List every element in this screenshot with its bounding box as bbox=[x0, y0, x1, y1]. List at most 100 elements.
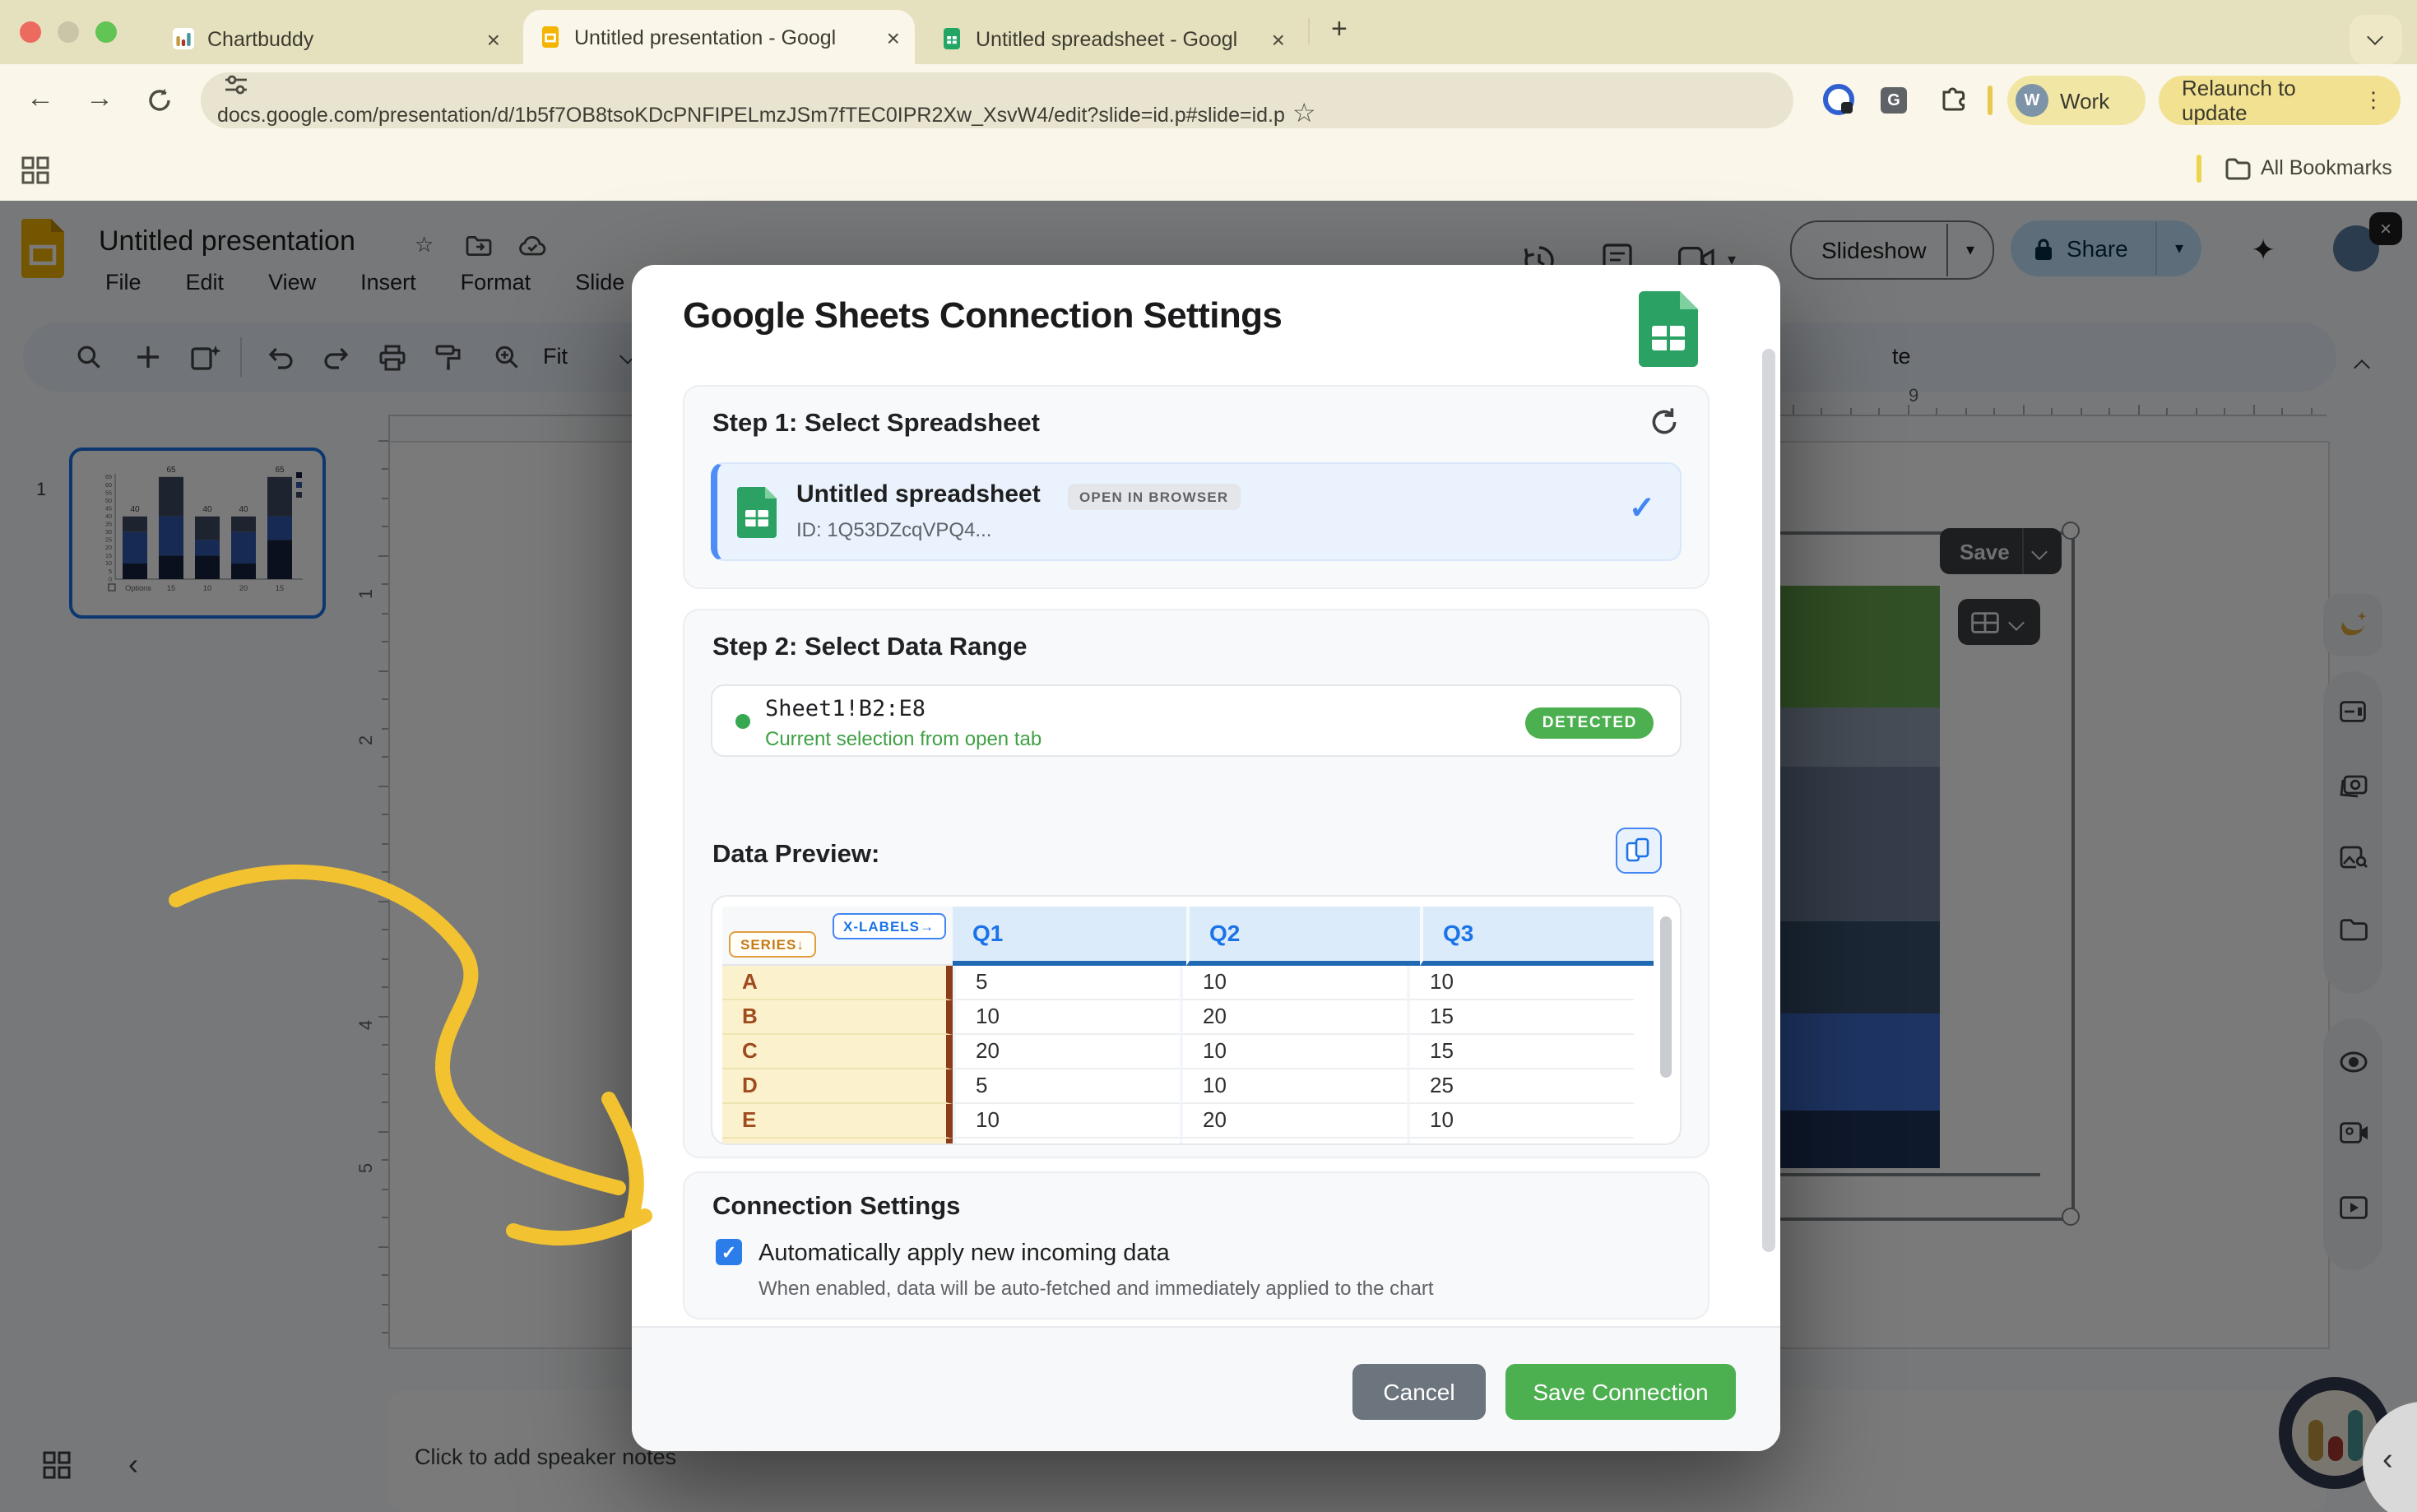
data-preview-table: X-LABELS→ SERIES↓ Q1 Q2 Q3 A 5 10 10 B 1… bbox=[711, 895, 1682, 1145]
sheets-favicon-icon bbox=[941, 28, 963, 49]
table-header-row: X-LABELS→ SERIES↓ Q1 Q2 Q3 bbox=[722, 907, 1654, 966]
cell: 5 bbox=[953, 1069, 1180, 1104]
tab-close-icon[interactable]: × bbox=[887, 24, 900, 50]
x-labels-badge: X-LABELS→ bbox=[832, 913, 946, 939]
cancel-button[interactable]: Cancel bbox=[1352, 1364, 1486, 1420]
tab-strip: Chartbuddy × Untitled presentation - Goo… bbox=[0, 0, 2417, 64]
row-label: A bbox=[722, 966, 953, 1000]
url-text: docs.google.com/presentation/d/1b5f7OB8t… bbox=[217, 104, 1285, 127]
chevron-left-icon: ‹ bbox=[2382, 1443, 2393, 1479]
password-manager-icon[interactable] bbox=[1823, 84, 1854, 115]
cell: 15 bbox=[1407, 1000, 1634, 1035]
reload-icon[interactable] bbox=[145, 86, 174, 115]
relaunch-button[interactable]: Relaunch to update ⋮ bbox=[2159, 76, 2401, 125]
spreadsheet-name: Untitled spreadsheet bbox=[796, 480, 1041, 508]
checkbox-check-icon: ✓ bbox=[721, 1241, 736, 1263]
spreadsheet-item[interactable]: Untitled spreadsheet OPEN IN BROWSER ID:… bbox=[711, 462, 1682, 561]
bookmarks-divider bbox=[2197, 155, 2201, 183]
save-connection-button[interactable]: Save Connection bbox=[1505, 1364, 1736, 1420]
traffic-close-icon[interactable] bbox=[20, 21, 41, 43]
refresh-icon[interactable] bbox=[1649, 406, 1680, 438]
tab-close-icon[interactable]: × bbox=[1272, 26, 1285, 52]
forward-icon[interactable]: → bbox=[86, 82, 114, 115]
table-row: D 5 10 25 bbox=[722, 1069, 1654, 1104]
toolbar-divider bbox=[1988, 86, 1992, 115]
data-preview-label: Data Preview: bbox=[712, 841, 879, 870]
cell: 10 bbox=[1180, 966, 1407, 1000]
site-settings-icon[interactable] bbox=[224, 72, 248, 97]
tab-title: Untitled spreadsheet - Googl bbox=[976, 27, 1257, 50]
cell: 10 bbox=[953, 1104, 1180, 1139]
checkbox-description: When enabled, data will be auto-fetched … bbox=[759, 1277, 1434, 1300]
step2-heading: Step 2: Select Data Range bbox=[712, 633, 1027, 663]
google-sheets-icon bbox=[1639, 291, 1698, 367]
table-row: B 10 20 15 bbox=[722, 1000, 1654, 1035]
profile-label: Work bbox=[2060, 88, 2109, 113]
tab-chartbuddy[interactable]: Chartbuddy × bbox=[156, 13, 515, 64]
table-corner-cell: X-LABELS→ SERIES↓ bbox=[722, 907, 953, 966]
sheets-file-icon bbox=[737, 487, 777, 538]
cell: 10 bbox=[953, 1000, 1180, 1035]
sheets-connection-dialog: Google Sheets Connection Settings Step 1… bbox=[632, 265, 1780, 1451]
step2-card: Step 2: Select Data Range Sheet1!B2:E8 C… bbox=[683, 609, 1710, 1158]
table-row-partial bbox=[722, 1139, 1654, 1145]
tab-title: Chartbuddy bbox=[207, 27, 472, 50]
table-row: C 20 10 15 bbox=[722, 1035, 1654, 1069]
column-header-q2: Q2 bbox=[1186, 907, 1420, 966]
screen: Chartbuddy × Untitled presentation - Goo… bbox=[0, 0, 2417, 1512]
cell: 5 bbox=[953, 966, 1180, 1000]
cell: 10 bbox=[1180, 1069, 1407, 1104]
tab-spreadsheet[interactable]: Untitled spreadsheet - Googl × bbox=[925, 13, 1300, 64]
row-label: E bbox=[722, 1104, 953, 1139]
menu-dots-icon[interactable]: ⋮ bbox=[2363, 87, 2384, 114]
dialog-scrollbar[interactable] bbox=[1762, 349, 1775, 1252]
apps-grid-icon[interactable] bbox=[21, 156, 49, 184]
tab-search-button[interactable] bbox=[2350, 15, 2402, 64]
profile-button[interactable]: W Work bbox=[2007, 76, 2146, 125]
back-icon[interactable]: ← bbox=[26, 82, 54, 115]
dialog-title: Google Sheets Connection Settings bbox=[683, 295, 1282, 337]
cell: 10 bbox=[1407, 1104, 1634, 1139]
bookmarks-bar: All Bookmarks bbox=[0, 138, 2417, 201]
tab-presentation[interactable]: Untitled presentation - Googl × bbox=[523, 10, 915, 64]
preview-layout-button[interactable] bbox=[1616, 828, 1662, 874]
selected-check-icon: ✓ bbox=[1629, 490, 1655, 528]
address-bar[interactable]: docs.google.com/presentation/d/1b5f7OB8t… bbox=[201, 72, 1793, 128]
row-label: B bbox=[722, 1000, 953, 1035]
detected-badge: DETECTED bbox=[1526, 707, 1654, 739]
cell: 20 bbox=[1180, 1104, 1407, 1139]
slides-favicon-icon bbox=[540, 26, 561, 48]
folder-icon bbox=[2224, 156, 2251, 181]
cell: 20 bbox=[1180, 1000, 1407, 1035]
avatar: W bbox=[2016, 84, 2048, 117]
chartbuddy-favicon-icon bbox=[173, 28, 194, 49]
range-note: Current selection from open tab bbox=[765, 727, 1041, 750]
auto-apply-checkbox[interactable]: ✓ bbox=[716, 1239, 742, 1265]
range-row[interactable]: Sheet1!B2:E8 Current selection from open… bbox=[711, 684, 1682, 757]
cell: 10 bbox=[1407, 966, 1634, 1000]
traffic-zoom-icon[interactable] bbox=[95, 21, 117, 43]
step1-card: Step 1: Select Spreadsheet Untitled spre… bbox=[683, 385, 1710, 589]
table-row: E 10 20 10 bbox=[722, 1104, 1654, 1139]
url-toolbar: ← → docs.google.com/presentation/d/1b5f7… bbox=[0, 64, 2417, 138]
connection-heading: Connection Settings bbox=[712, 1193, 960, 1222]
series-badge: SERIES↓ bbox=[729, 931, 816, 958]
range-text: Sheet1!B2:E8 bbox=[765, 696, 926, 722]
spreadsheet-id: ID: 1Q53DZcqVPQ4... bbox=[796, 518, 991, 541]
g-extension-icon[interactable]: G bbox=[1881, 87, 1907, 114]
table-scrollbar[interactable] bbox=[1660, 916, 1672, 1078]
all-bookmarks-button[interactable]: All Bookmarks bbox=[2261, 156, 2392, 179]
tab-title: Untitled presentation - Googl bbox=[574, 26, 872, 49]
checkbox-label[interactable]: Automatically apply new incoming data bbox=[759, 1241, 1170, 1267]
open-in-browser-badge: OPEN IN BROWSER bbox=[1068, 484, 1240, 510]
tab-close-icon[interactable]: × bbox=[487, 26, 500, 52]
new-tab-button[interactable]: + bbox=[1331, 13, 1348, 46]
cell: 25 bbox=[1407, 1069, 1634, 1104]
extensions-puzzle-icon[interactable] bbox=[1938, 84, 1969, 115]
status-dot-icon bbox=[735, 714, 750, 729]
connection-settings-card: Connection Settings ✓ Automatically appl… bbox=[683, 1171, 1710, 1320]
table-row: A 5 10 10 bbox=[722, 966, 1654, 1000]
bookmark-star-icon[interactable]: ☆ bbox=[1292, 100, 1316, 128]
traffic-minimize-icon[interactable] bbox=[58, 21, 79, 43]
cell: 10 bbox=[1180, 1035, 1407, 1069]
